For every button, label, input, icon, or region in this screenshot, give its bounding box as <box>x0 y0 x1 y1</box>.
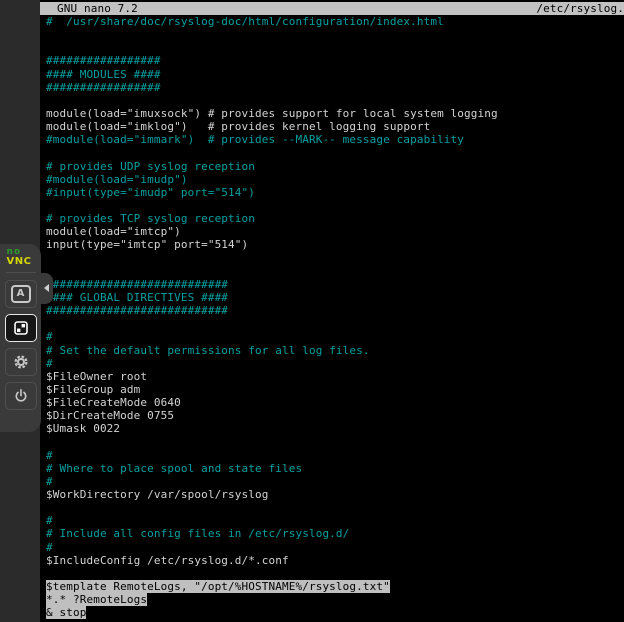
selected-line: *.* ?RemoteLogs <box>40 593 624 606</box>
terminal-line: input(type="imtcp" port="514") <box>40 238 624 251</box>
terminal-line: #### MODULES #### <box>40 68 624 81</box>
terminal-line: # /usr/share/doc/rsyslog-doc/html/config… <box>40 15 624 28</box>
collapse-arrow-icon <box>44 284 49 292</box>
panel-divider <box>6 272 36 273</box>
selected-line: $template RemoteLogs, "/opt/%HOSTNAME%/r… <box>40 580 624 593</box>
terminal-line: # <box>40 541 624 554</box>
terminal-line <box>40 28 624 41</box>
nano-terminal[interactable]: GNU nano 7.2 /etc/rsyslog. # /usr/share/… <box>40 0 624 622</box>
novnc-control-bar: no VNC A <box>0 244 41 432</box>
terminal-line: # Set the default permissions for all lo… <box>40 344 624 357</box>
terminal-line: module(load="imuxsock") # provides suppo… <box>40 107 624 120</box>
terminal-line <box>40 567 624 580</box>
power-icon <box>13 388 29 404</box>
terminal-line: #module(load="immark") # provides --MARK… <box>40 133 624 146</box>
power-button[interactable] <box>5 382 37 410</box>
fullscreen-icon <box>13 320 29 336</box>
novnc-logo: no VNC <box>7 249 35 267</box>
terminal-line: # <box>40 357 624 370</box>
nano-filename-label: /etc/rsyslog. <box>536 2 624 15</box>
terminal-line: $FileCreateMode 0640 <box>40 396 624 409</box>
terminal-line <box>40 501 624 514</box>
terminal-line <box>40 94 624 107</box>
terminal-line: $FileGroup adm <box>40 383 624 396</box>
terminal-line <box>40 41 624 54</box>
terminal-line: ########################### <box>40 304 624 317</box>
terminal-line <box>40 317 624 330</box>
terminal-line: # Where to place spool and state files <box>40 462 624 475</box>
terminal-line: #input(type="imudp" port="514") <box>40 186 624 199</box>
terminal-line: ################# <box>40 81 624 94</box>
selected-line: & stop <box>40 606 624 619</box>
terminal-line <box>40 436 624 449</box>
terminal-line: ########################### <box>40 278 624 291</box>
terminal-line: #module(load="imudp") <box>40 173 624 186</box>
terminal-line: $DirCreateMode 0755 <box>40 409 624 422</box>
settings-button[interactable] <box>5 348 37 376</box>
terminal-line: #### GLOBAL DIRECTIVES #### <box>40 291 624 304</box>
novnc-logo-vnc: VNC <box>7 256 35 267</box>
terminal-line: # Include all config files in /etc/rsysl… <box>40 527 624 540</box>
control-bar-collapse-handle[interactable] <box>41 273 53 304</box>
terminal-line: # <box>40 514 624 527</box>
extra-keys-button[interactable]: A <box>5 280 37 308</box>
novnc-logo-no: no <box>7 249 35 256</box>
terminal-line <box>40 199 624 212</box>
terminal-line: $WorkDirectory /var/spool/rsyslog <box>40 488 624 501</box>
terminal-line: module(load="imklog") # provides kernel … <box>40 120 624 133</box>
terminal-line <box>40 146 624 159</box>
terminal-line: ################# <box>40 54 624 67</box>
terminal-line: $IncludeConfig /etc/rsyslog.d/*.conf <box>40 554 624 567</box>
terminal-line: # provides UDP syslog reception <box>40 160 624 173</box>
nano-version-label: GNU nano 7.2 <box>40 2 138 15</box>
terminal-line: $Umask 0022 <box>40 422 624 435</box>
terminal-line <box>40 265 624 278</box>
terminal-line: # <box>40 475 624 488</box>
terminal-line: module(load="imtcp") <box>40 225 624 238</box>
terminal-line: # <box>40 449 624 462</box>
gear-icon <box>13 354 29 370</box>
terminal-line: # provides TCP syslog reception <box>40 212 624 225</box>
nano-titlebar: GNU nano 7.2 /etc/rsyslog. <box>40 2 624 15</box>
terminal-line: # <box>40 330 624 343</box>
editor-content[interactable]: # /usr/share/doc/rsyslog-doc/html/config… <box>40 15 624 619</box>
fullscreen-button[interactable] <box>5 314 37 342</box>
keyboard-a-icon: A <box>11 285 31 303</box>
terminal-line <box>40 252 624 265</box>
terminal-line: $FileOwner root <box>40 370 624 383</box>
